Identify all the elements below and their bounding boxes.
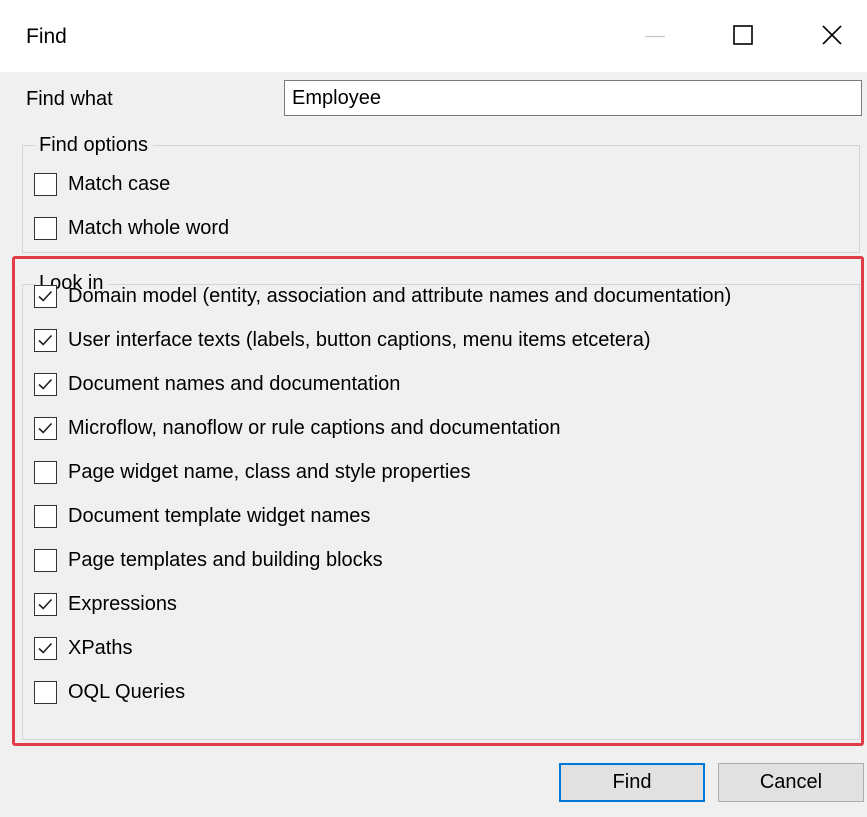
checkmark-icon (38, 642, 53, 654)
maximize-icon (733, 25, 753, 45)
maximize-button[interactable] (706, 0, 776, 72)
checkmark-icon (38, 290, 53, 302)
look-in-xpaths-option[interactable]: XPaths (34, 635, 132, 661)
xpaths-checkbox[interactable] (34, 636, 57, 660)
document-names-checkbox[interactable] (34, 372, 57, 396)
find-what-input[interactable] (284, 80, 862, 116)
page-widget-checkbox[interactable] (34, 460, 57, 484)
expressions-checkbox[interactable] (34, 592, 57, 616)
oql-queries-label: OQL Queries (68, 681, 186, 703)
microflow-checkbox[interactable] (34, 416, 57, 440)
domain-model-checkbox[interactable] (34, 284, 57, 308)
look-in-document-template-option[interactable]: Document template widget names (34, 503, 370, 529)
minimize-icon (645, 35, 665, 38)
match-case-checkbox[interactable] (34, 172, 57, 196)
match-case-label: Match case (68, 173, 171, 195)
close-icon (822, 25, 842, 45)
cancel-button[interactable]: Cancel (718, 763, 864, 802)
minimize-button[interactable] (622, 0, 692, 72)
match-whole-word-checkbox[interactable] (34, 216, 57, 240)
find-options-legend: Find options (35, 133, 153, 157)
ui-texts-label: User interface texts (labels, button cap… (68, 329, 651, 351)
ui-texts-checkbox[interactable] (34, 328, 57, 352)
look-in-document-names-option[interactable]: Document names and documentation (34, 371, 400, 397)
microflow-label: Microflow, nanoflow or rule captions and… (68, 417, 561, 439)
checkmark-icon (38, 422, 53, 434)
document-names-label: Document names and documentation (68, 373, 401, 395)
checkmark-icon (38, 334, 53, 346)
match-case-option[interactable]: Match case (34, 171, 170, 197)
find-button[interactable]: Find (559, 763, 705, 802)
page-templates-label: Page templates and building blocks (68, 549, 383, 571)
find-what-label: Find what (26, 88, 113, 110)
look-in-ui-texts-option[interactable]: User interface texts (labels, button cap… (34, 327, 651, 353)
xpaths-label: XPaths (68, 637, 133, 659)
page-widget-label: Page widget name, class and style proper… (68, 461, 471, 483)
look-in-page-templates-option[interactable]: Page templates and building blocks (34, 547, 383, 573)
checkmark-icon (38, 378, 53, 390)
look-in-expressions-option[interactable]: Expressions (34, 591, 177, 617)
look-in-page-widget-option[interactable]: Page widget name, class and style proper… (34, 459, 470, 485)
look-in-oql-queries-option[interactable]: OQL Queries (34, 679, 185, 705)
match-whole-word-label: Match whole word (68, 217, 230, 239)
checkmark-icon (38, 598, 53, 610)
look-in-domain-model-option[interactable]: Domain model (entity, association and at… (34, 283, 731, 309)
document-template-label: Document template widget names (68, 505, 371, 527)
document-template-checkbox[interactable] (34, 504, 57, 528)
window-title: Find (26, 25, 67, 48)
page-templates-checkbox[interactable] (34, 548, 57, 572)
domain-model-label: Domain model (entity, association and at… (68, 285, 732, 307)
oql-queries-checkbox[interactable] (34, 680, 57, 704)
title-bar[interactable]: Find (0, 0, 867, 72)
expressions-label: Expressions (68, 593, 177, 615)
look-in-microflow-option[interactable]: Microflow, nanoflow or rule captions and… (34, 415, 561, 441)
match-whole-word-option[interactable]: Match whole word (34, 215, 229, 241)
close-button[interactable] (796, 0, 866, 72)
find-dialog: Find Find what Find options Match case M… (0, 0, 867, 817)
